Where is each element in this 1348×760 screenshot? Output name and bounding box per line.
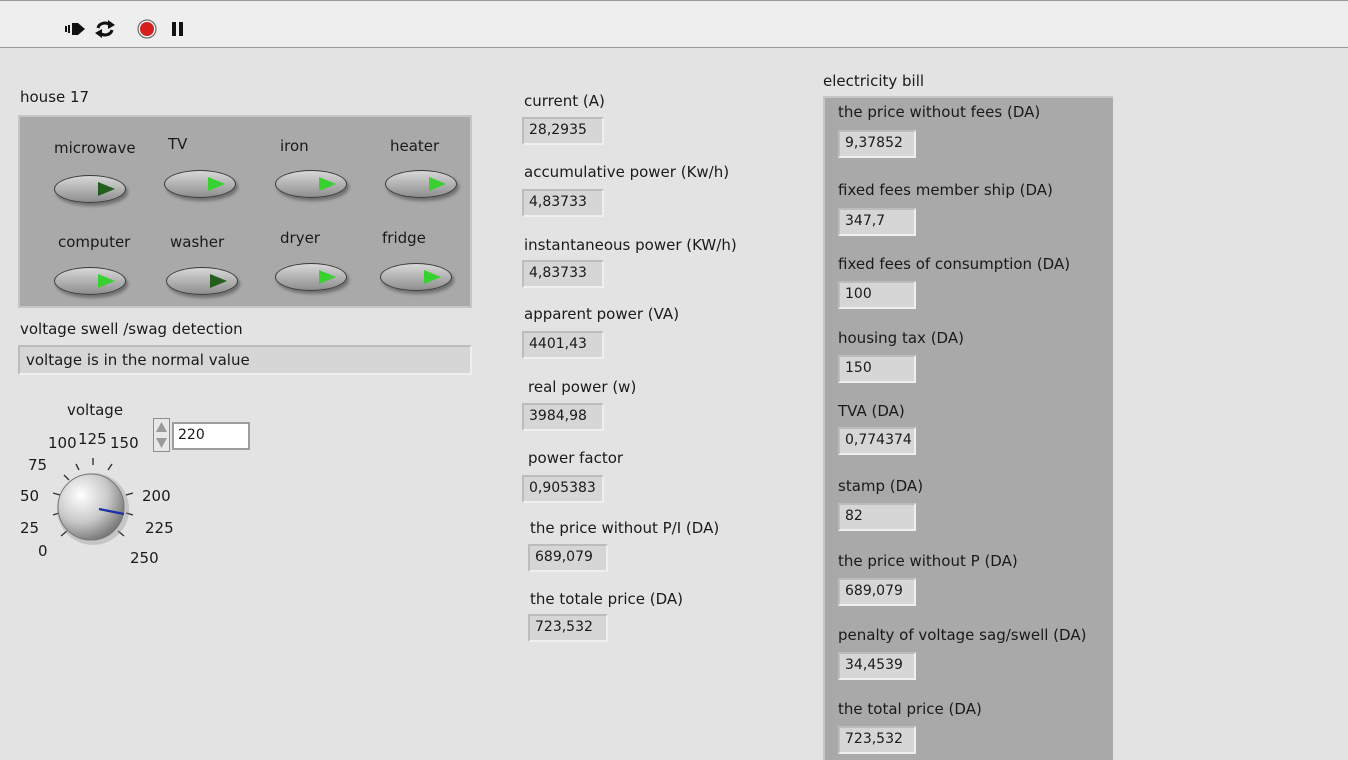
bill-item-value: 34,4539 — [838, 652, 916, 680]
heater-toggle-button[interactable] — [385, 170, 457, 198]
knob-tick-label: 25 — [20, 519, 40, 537]
appliance-label: fridge — [382, 229, 426, 247]
appliance-label: TV — [168, 135, 188, 153]
current-indicator: 28,2935 — [522, 117, 604, 145]
bill-item-value: 82 — [838, 503, 916, 531]
instantaneous-power-label: instantaneous power (KW/h) — [524, 236, 737, 254]
pause-icon[interactable] — [167, 19, 189, 39]
microwave-toggle-button[interactable] — [54, 175, 126, 203]
bill-item-label: fixed fees member ship (DA) — [838, 181, 1053, 199]
bill-item-label: penalty of voltage sag/swell (DA) — [838, 626, 1087, 644]
led-indicator-icon — [210, 274, 227, 288]
knob-tick-label: 50 — [20, 487, 40, 505]
computer-toggle-button[interactable] — [54, 267, 126, 295]
bill-item-label: stamp (DA) — [838, 477, 924, 495]
knob-tick-label: 0 — [38, 542, 48, 560]
bill-item-label: TVA (DA) — [838, 402, 905, 420]
bill-item-label: the total price (DA) — [838, 700, 982, 718]
appliance-label: dryer — [280, 229, 320, 247]
power-factor-label: power factor — [528, 449, 624, 467]
accumulative-power-indicator: 4,83733 — [522, 189, 604, 217]
appliance-label: washer — [170, 233, 225, 251]
led-indicator-icon — [424, 270, 441, 284]
voltage-input[interactable]: 220 — [172, 422, 250, 450]
price-without-pi-indicator: 689,079 — [528, 544, 608, 572]
appliance-label: iron — [280, 137, 309, 155]
knob-tick-label: 100 — [48, 434, 77, 452]
detection-message: voltage is in the normal value — [18, 345, 472, 375]
dryer-toggle-button[interactable] — [275, 263, 347, 291]
led-indicator-icon — [319, 177, 336, 191]
bill-item-value: 0,774374 — [838, 427, 916, 455]
bill-item-value: 100 — [838, 281, 916, 309]
run-arrow-icon[interactable] — [64, 19, 86, 39]
bill-item-label: the price without P (DA) — [838, 552, 1018, 570]
bill-item-value: 723,532 — [838, 726, 916, 754]
appliance-label: heater — [390, 137, 440, 155]
real-power-label: real power (w) — [528, 378, 637, 396]
appliance-label: microwave — [54, 139, 136, 157]
total-price-indicator: 723,532 — [528, 614, 608, 642]
led-indicator-icon — [319, 270, 336, 284]
bill-item-value: 347,7 — [838, 208, 916, 236]
voltage-label: voltage — [67, 401, 124, 419]
led-indicator-icon — [429, 177, 446, 191]
led-indicator-icon — [98, 182, 115, 196]
current-label: current (A) — [524, 92, 605, 110]
bill-item-label: the price without fees (DA) — [838, 103, 1041, 121]
bill-item-value: 689,079 — [838, 578, 916, 606]
instantaneous-power-indicator: 4,83733 — [522, 260, 604, 288]
iron-toggle-button[interactable] — [275, 170, 347, 198]
bill-item-value: 9,37852 — [838, 130, 916, 158]
knob-tick-label: 125 — [78, 430, 107, 448]
total-price-label: the totale price (DA) — [530, 590, 684, 608]
bill-item-label: housing tax (DA) — [838, 329, 964, 347]
knob-tick-label: 150 — [110, 434, 139, 452]
tv-toggle-button[interactable] — [164, 170, 236, 198]
price-without-pi-label: the price without P/I (DA) — [530, 519, 720, 537]
apparent-power-indicator: 4401,43 — [522, 331, 604, 359]
accumulative-power-label: accumulative power (Kw/h) — [524, 163, 730, 181]
bill-title: electricity bill — [823, 72, 925, 90]
toolbar — [0, 0, 1348, 48]
voltage-spinner[interactable] — [153, 418, 170, 452]
abort-stop-icon[interactable] — [137, 19, 159, 39]
apparent-power-label: apparent power (VA) — [524, 305, 680, 323]
bill-item-value: 150 — [838, 355, 916, 383]
knob-tick-label: 250 — [130, 549, 159, 567]
knob-tick-label: 200 — [142, 487, 171, 505]
knob-tick-label: 75 — [28, 456, 48, 474]
house-title: house 17 — [20, 88, 90, 106]
power-factor-indicator: 0,905383 — [522, 475, 604, 503]
bill-item-label: fixed fees of consumption (DA) — [838, 255, 1071, 273]
knob-tick-label: 225 — [145, 519, 174, 537]
led-indicator-icon — [208, 177, 225, 191]
run-continuously-icon[interactable] — [94, 19, 116, 39]
washer-toggle-button[interactable] — [166, 267, 238, 295]
real-power-indicator: 3984,98 — [522, 403, 604, 431]
fridge-toggle-button[interactable] — [380, 263, 452, 291]
appliance-label: computer — [58, 233, 131, 251]
appliance-panel: microwave TV iron heater computer washer… — [18, 115, 472, 308]
detection-label: voltage swell /swag detection — [20, 320, 243, 338]
led-indicator-icon — [98, 274, 115, 288]
